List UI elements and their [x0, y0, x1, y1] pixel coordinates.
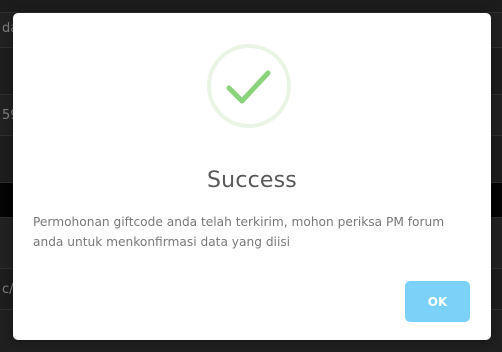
- success-dialog: Success Permohonan giftcode anda telah t…: [13, 13, 491, 340]
- success-checkmark-icon: [207, 44, 291, 128]
- checkmark-icon: [226, 70, 271, 104]
- dialog-title: Success: [207, 168, 297, 193]
- dialog-message: Permohonan giftcode anda telah terkirim,…: [33, 215, 445, 249]
- ok-button[interactable]: OK: [405, 281, 470, 322]
